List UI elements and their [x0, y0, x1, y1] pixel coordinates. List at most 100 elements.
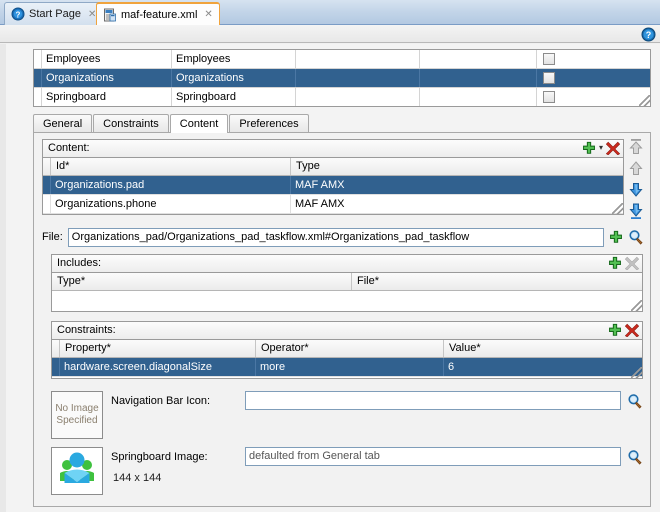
table-row[interactable]: Organizations Organizations: [34, 69, 650, 88]
arrow-bottom-icon[interactable]: [628, 203, 644, 223]
springboard-image-input[interactable]: defaulted from General tab: [245, 447, 621, 466]
content-tab-panel: Content: ▾ Id* Type Organizations.pad MA…: [33, 132, 651, 507]
feature-name-cell[interactable]: Organizations: [172, 69, 296, 87]
table-row[interactable]: Springboard Springboard: [34, 88, 650, 106]
includes-section-title: Includes:: [57, 257, 102, 269]
feature-enabled-cell[interactable]: [537, 88, 650, 106]
resize-grip[interactable]: [631, 367, 642, 378]
row-gutter: [52, 358, 60, 376]
green-plus-icon[interactable]: [608, 323, 622, 337]
resize-grip[interactable]: [631, 300, 642, 311]
checkbox[interactable]: [543, 72, 555, 84]
features-table[interactable]: Employees Employees Organizations Organi…: [33, 49, 651, 107]
navigation-bar-icon-preview: No Image Specified: [51, 391, 103, 439]
column-header-property[interactable]: Property*: [60, 340, 256, 357]
content-id-cell[interactable]: Organizations.phone: [51, 195, 291, 213]
includes-table-header: Type* File*: [52, 273, 642, 291]
tab-preferences[interactable]: Preferences: [229, 114, 309, 133]
content-type-cell[interactable]: MAF AMX: [291, 195, 623, 213]
file-row: File: Organizations_pad/Organizations_pa…: [42, 226, 644, 248]
row-gutter: [43, 176, 51, 194]
springboard-image-line: Springboard Image: defaulted from Genera…: [111, 447, 643, 466]
constraints-table[interactable]: Property* Operator* Value* hardware.scre…: [51, 339, 643, 379]
feature-vendor-cell[interactable]: [296, 69, 420, 87]
arrow-up-icon[interactable]: [628, 161, 644, 179]
content-table[interactable]: Id* Type Organizations.pad MAF AMX Organ…: [42, 157, 624, 215]
feature-vendor-cell[interactable]: [296, 50, 420, 68]
help-icon[interactable]: ?: [641, 27, 656, 42]
checkbox[interactable]: [543, 53, 555, 65]
magnifier-icon[interactable]: [628, 229, 644, 245]
feature-enabled-cell[interactable]: [537, 69, 650, 87]
editor-toolbar: ?: [0, 25, 660, 43]
feature-version-cell[interactable]: [420, 69, 537, 87]
header-gutter: [43, 158, 51, 175]
editor-tab-start-page[interactable]: ? Start Page ✕: [4, 2, 104, 25]
constraint-value-cell[interactable]: 6: [444, 358, 642, 376]
includes-table[interactable]: Type* File*: [51, 272, 643, 312]
springboard-image-preview: [51, 447, 103, 495]
table-row[interactable]: hardware.screen.diagonalSize more 6: [52, 358, 642, 377]
green-plus-icon[interactable]: [608, 256, 622, 270]
content-id-cell[interactable]: Organizations.pad: [51, 176, 291, 194]
arrow-top-icon[interactable]: [628, 138, 644, 158]
feature-name-cell[interactable]: Springboard: [172, 88, 296, 106]
feature-version-cell[interactable]: [420, 50, 537, 68]
constraint-operator-cell[interactable]: more: [256, 358, 444, 376]
maf-feature-editor: Employees Employees Organizations Organi…: [0, 44, 660, 512]
feature-id-cell[interactable]: Springboard: [42, 88, 172, 106]
column-header-file[interactable]: File*: [352, 273, 642, 290]
arrow-down-icon[interactable]: [628, 182, 644, 200]
svg-text:?: ?: [646, 30, 652, 40]
feature-version-cell[interactable]: [420, 88, 537, 106]
editor-tab-label: Start Page: [29, 8, 81, 20]
feature-vendor-cell[interactable]: [296, 88, 420, 106]
constraints-section-header: Constraints:: [51, 321, 643, 339]
green-plus-icon[interactable]: [609, 230, 623, 244]
tab-label: Preferences: [239, 118, 299, 130]
magnifier-icon[interactable]: [627, 393, 643, 409]
feature-id-cell[interactable]: Employees: [42, 50, 172, 68]
content-order-buttons: [626, 138, 646, 223]
table-row[interactable]: Organizations.phone MAF AMX: [43, 195, 623, 214]
checkbox[interactable]: [543, 91, 555, 103]
constraints-table-header: Property* Operator* Value*: [52, 340, 642, 358]
red-x-icon[interactable]: [625, 323, 639, 337]
column-header-type[interactable]: Type*: [52, 273, 352, 290]
green-plus-icon[interactable]: [582, 141, 596, 155]
content-type-cell[interactable]: MAF AMX: [291, 176, 623, 194]
springboard-image-label: Springboard Image:: [111, 450, 208, 463]
tab-content[interactable]: Content: [169, 114, 229, 133]
navigation-bar-icon-row: No Image Specified Navigation Bar Icon:: [51, 391, 643, 439]
resize-grip[interactable]: [612, 203, 623, 214]
editor-tab-strip: ? Start Page ✕ maf-feature.xml ✕: [0, 0, 660, 25]
magnifier-icon[interactable]: [627, 449, 643, 465]
column-header-value[interactable]: Value*: [444, 340, 642, 357]
row-gutter: [34, 88, 42, 106]
content-section-title: Content:: [48, 142, 90, 154]
close-icon[interactable]: ✕: [204, 9, 212, 20]
column-header-operator[interactable]: Operator*: [256, 340, 444, 357]
file-input[interactable]: Organizations_pad/Organizations_pad_task…: [67, 227, 604, 247]
includes-section: Includes: Type* File*: [51, 254, 643, 312]
navigation-bar-icon-line: Navigation Bar Icon:: [111, 391, 643, 410]
column-header-id[interactable]: Id*: [51, 158, 291, 175]
file-label: File:: [42, 231, 63, 243]
feature-name-cell[interactable]: Employees: [172, 50, 296, 68]
navigation-bar-icon-fields: Navigation Bar Icon:: [111, 391, 643, 439]
resize-grip[interactable]: [639, 95, 650, 106]
table-row[interactable]: Employees Employees: [34, 50, 650, 69]
constraint-property-cell[interactable]: hardware.screen.diagonalSize: [60, 358, 256, 376]
header-gutter: [52, 340, 60, 357]
chevron-down-icon[interactable]: ▾: [599, 141, 603, 155]
feature-enabled-cell[interactable]: [537, 50, 650, 68]
red-x-icon[interactable]: [606, 141, 620, 155]
feature-id-cell[interactable]: Organizations: [42, 69, 172, 87]
tab-constraints[interactable]: Constraints: [93, 114, 169, 133]
row-gutter: [34, 69, 42, 87]
table-row[interactable]: Organizations.pad MAF AMX: [43, 176, 623, 195]
navigation-bar-icon-input[interactable]: [245, 391, 621, 410]
column-header-type[interactable]: Type: [291, 158, 623, 175]
editor-tab-maf-feature-xml[interactable]: maf-feature.xml ✕: [96, 2, 220, 25]
tab-general[interactable]: General: [33, 114, 93, 133]
